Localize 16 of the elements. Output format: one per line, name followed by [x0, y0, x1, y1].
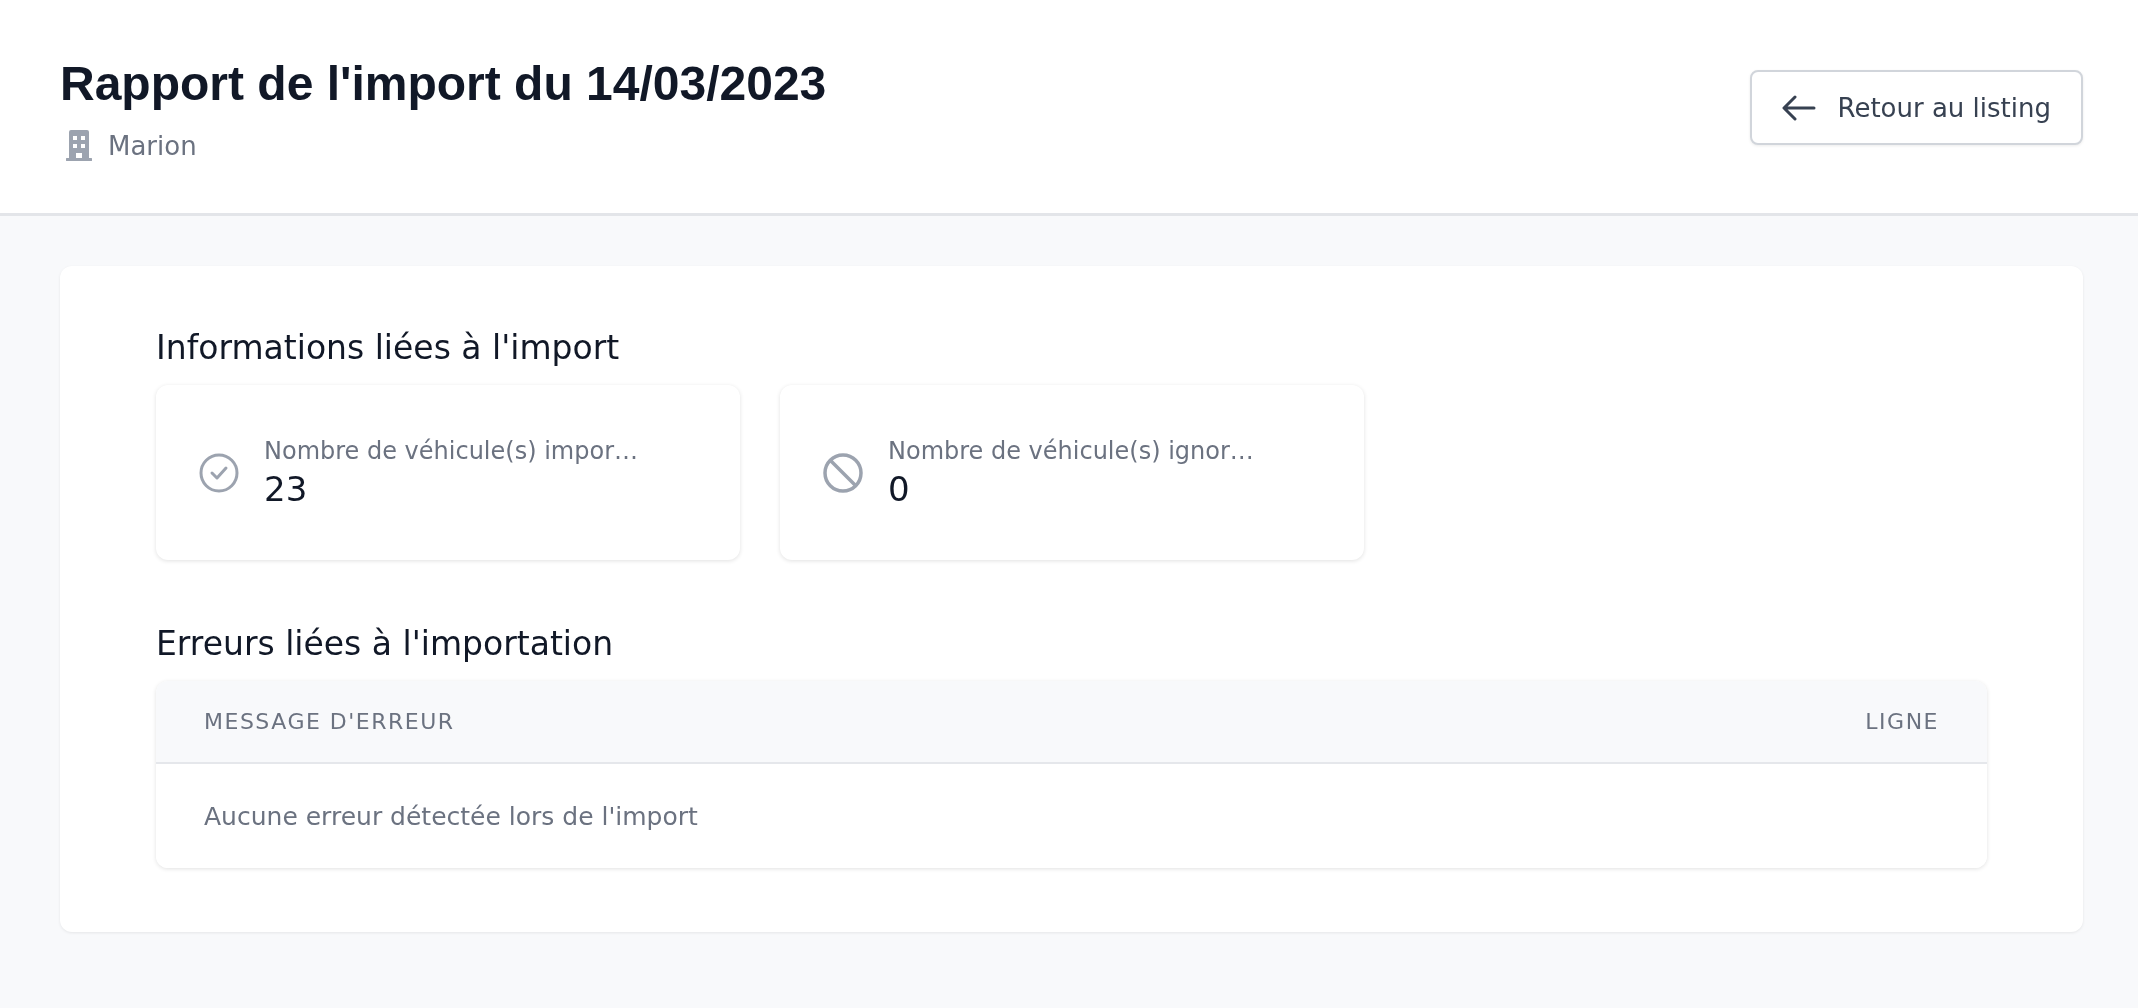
column-header: LIGNE: [1865, 709, 1939, 734]
stat-label: Nombre de véhicule(s) ignor…: [888, 436, 1254, 465]
check-circle-icon: [198, 451, 240, 494]
section-title: Informations liées à l'import: [156, 328, 621, 367]
prohibited-icon: [822, 451, 864, 494]
page-title: Rapport de l'import du 14/03/2023: [60, 56, 827, 112]
stat-value: 23: [264, 468, 309, 509]
building-icon: [66, 130, 92, 162]
stat-label: Nombre de véhicule(s) impor…: [264, 436, 638, 465]
arrow-left-icon: [1781, 94, 1816, 121]
back-button[interactable]: Retour au listing: [1749, 70, 2083, 145]
stat-value: 0: [888, 468, 911, 509]
column-header: MESSAGE D'ERREUR: [204, 709, 455, 734]
section-title: Erreurs liées à l'importation: [156, 624, 615, 663]
company-name: Marion: [108, 131, 197, 161]
empty-message: Aucune erreur détectée lors de l'import: [204, 801, 698, 831]
